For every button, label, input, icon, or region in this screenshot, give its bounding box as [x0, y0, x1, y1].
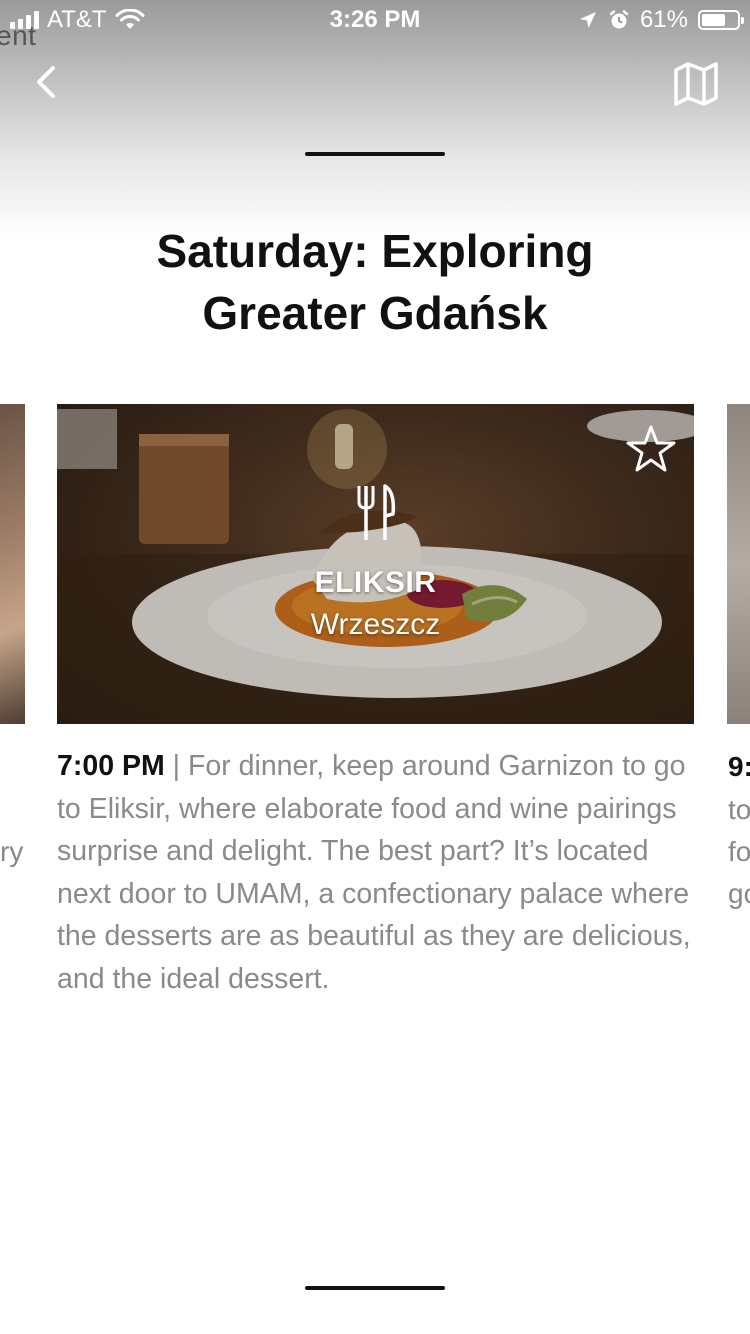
page-title: Saturday: Exploring Greater Gdańsk — [156, 225, 594, 339]
battery-percent: 61% — [639, 6, 688, 33]
drag-handle-top[interactable] — [305, 152, 445, 156]
previous-card-text-fragment: ry — [0, 836, 24, 867]
time-separator: | — [172, 750, 181, 782]
status-bar: AT&T 3:26 PM 61% — [0, 0, 750, 40]
next-card-line-2: fo — [728, 836, 750, 867]
next-card-line-3: go — [728, 878, 750, 909]
event-time: 7:00 PM — [57, 750, 165, 782]
battery-icon — [698, 10, 744, 30]
place-description: 7:00 PM | For dinner, keep around Garniz… — [57, 745, 702, 1000]
description-text: For dinner, keep around Garnizon to go t… — [57, 750, 691, 995]
favorite-star-button[interactable] — [626, 424, 676, 474]
place-location: Wrzeszcz — [310, 608, 441, 641]
previous-card-image[interactable] — [0, 404, 25, 724]
location-arrow-icon — [579, 12, 596, 28]
fork-knife-icon — [357, 484, 396, 540]
next-card-image[interactable] — [727, 404, 750, 724]
place-name: ELIKSIR — [314, 566, 437, 599]
next-card-line-1: to — [728, 794, 750, 825]
drag-handle-bottom[interactable] — [305, 1286, 445, 1290]
map-button[interactable] — [672, 60, 720, 108]
dish-photo — [57, 404, 694, 724]
next-card-time-fragment: 9: — [728, 751, 750, 782]
status-right: 61% — [578, 6, 744, 34]
alarm-icon — [609, 10, 629, 29]
place-card-image[interactable]: ELIKSIR Wrzeszcz — [57, 404, 694, 724]
back-button[interactable] — [24, 60, 68, 104]
